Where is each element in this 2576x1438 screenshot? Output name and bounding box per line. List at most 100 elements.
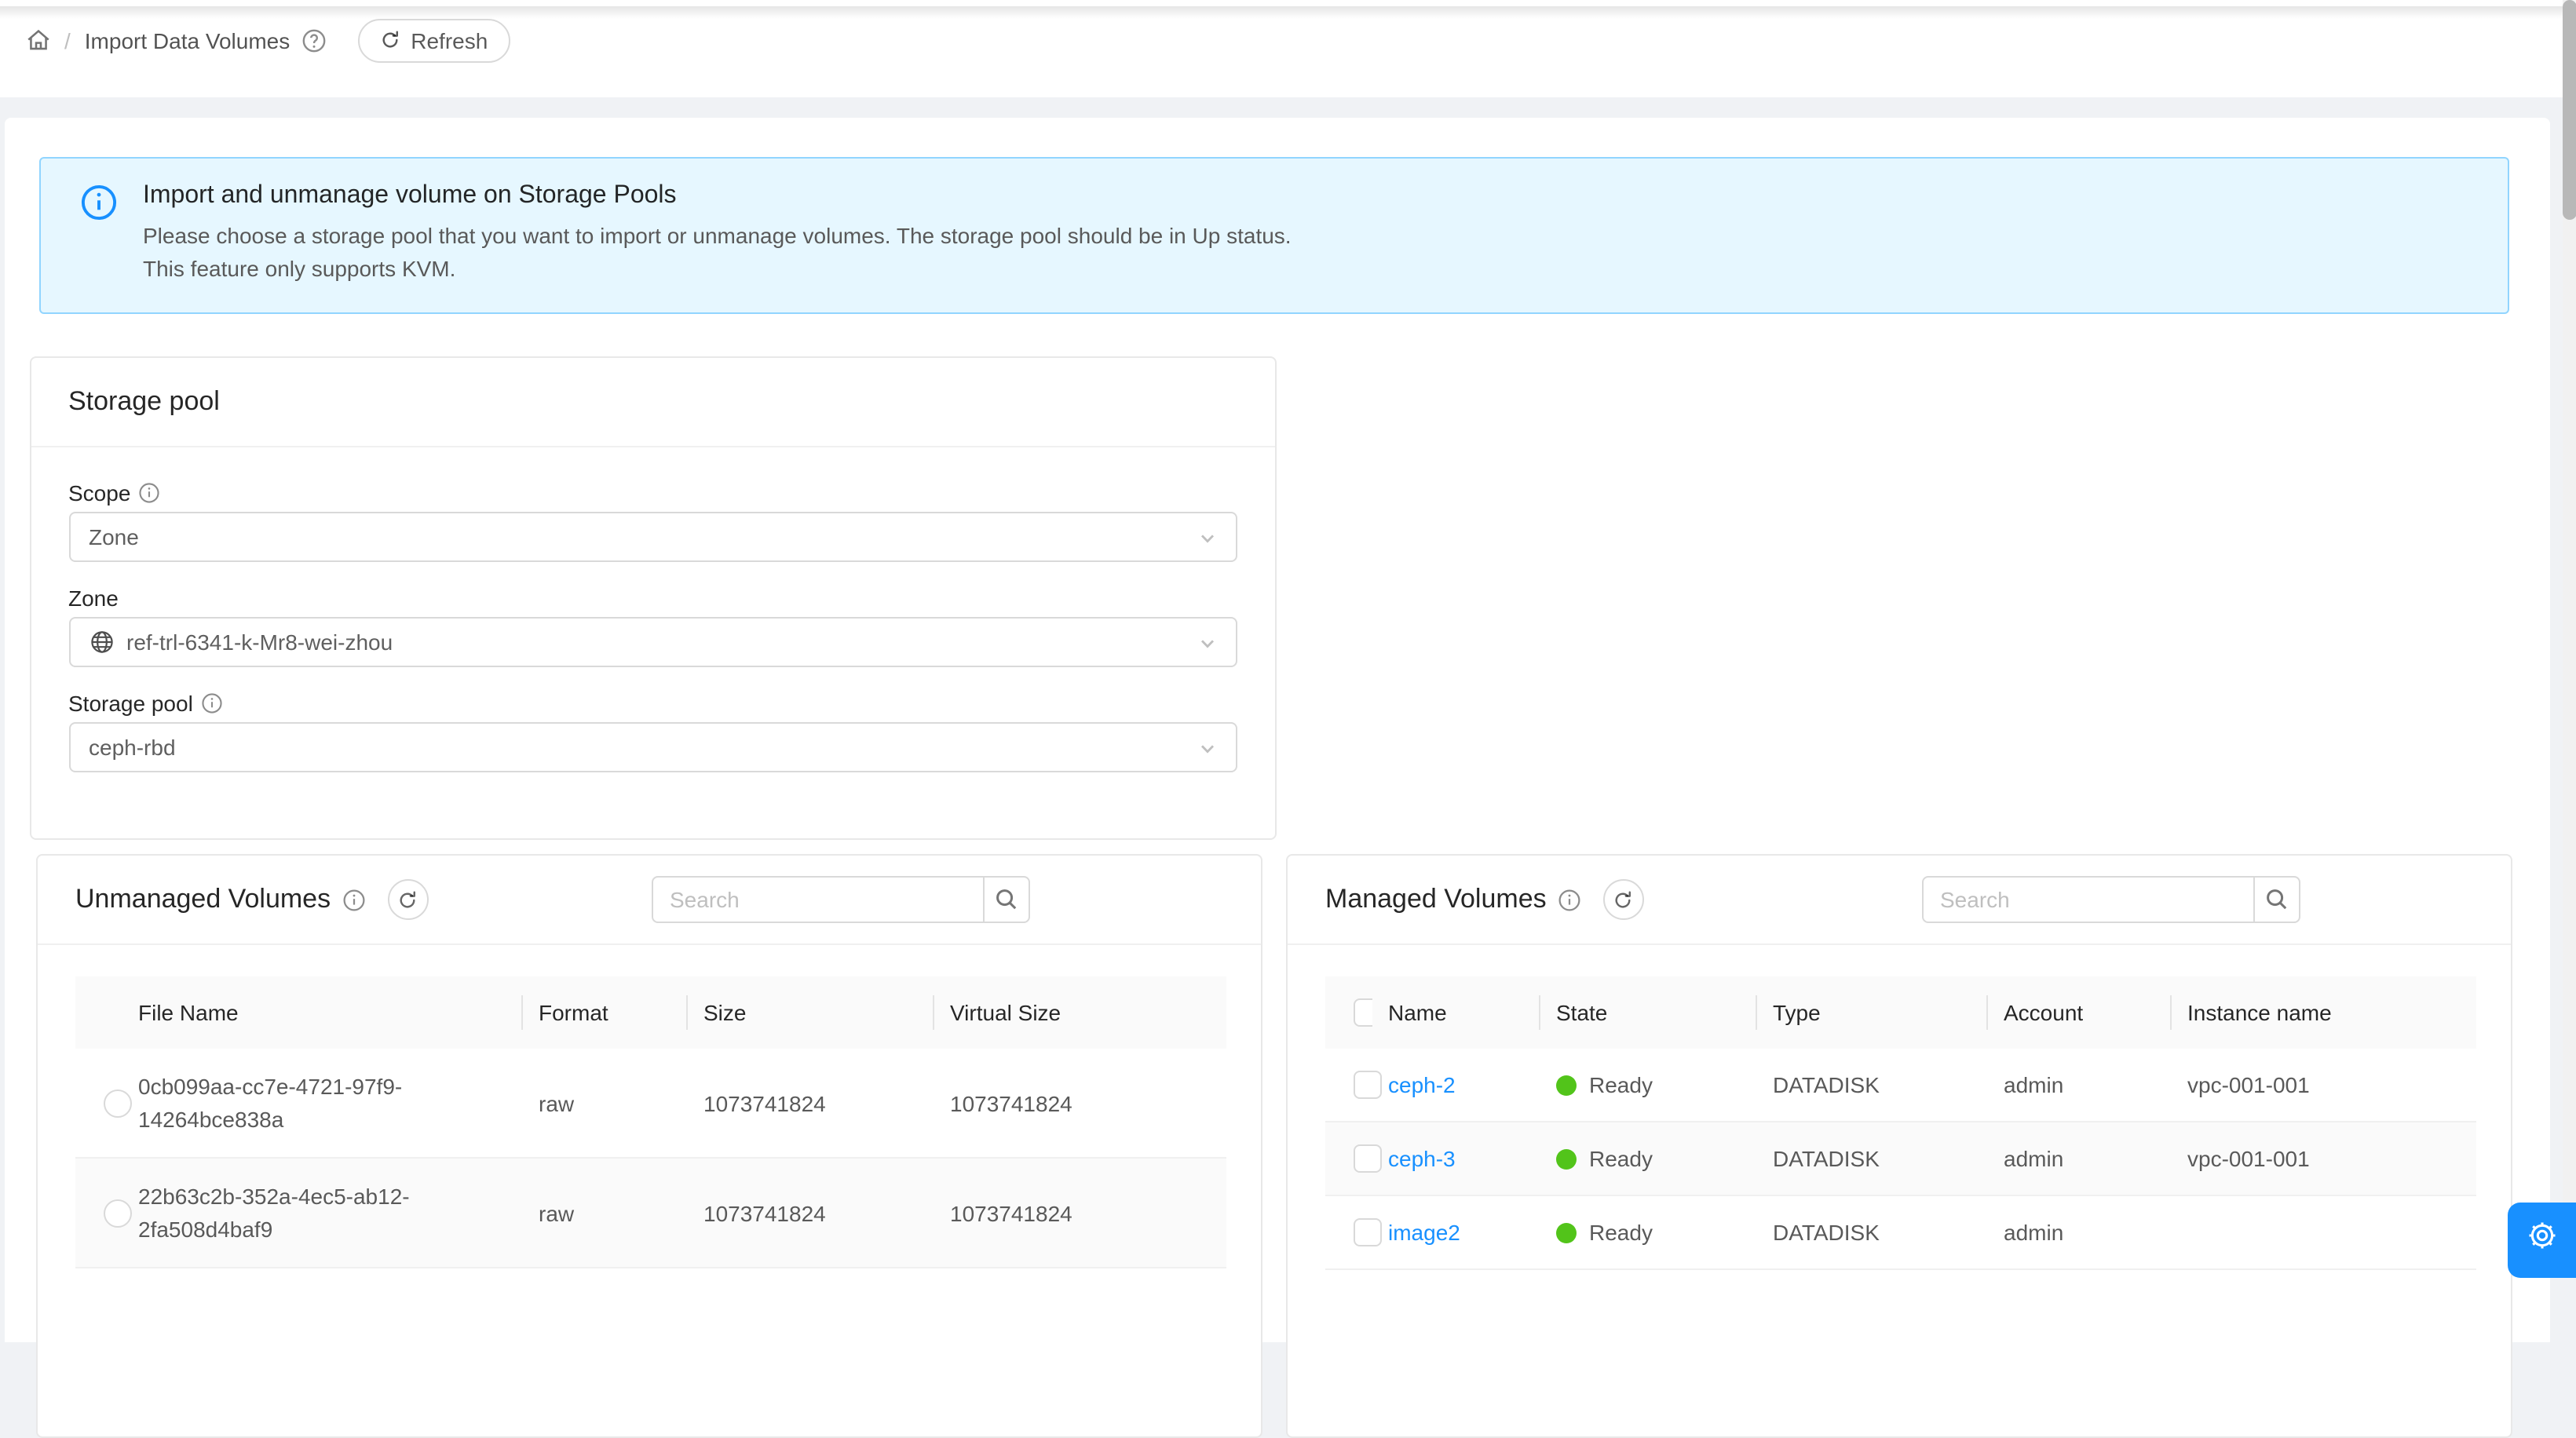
unmanaged-volumes-header: Unmanaged Volumes	[38, 856, 1260, 945]
instance-name-cell	[2172, 1195, 2476, 1269]
scrollbar-track[interactable]	[2562, 0, 2576, 1267]
size-cell: 1073741824	[688, 1158, 934, 1268]
unmanaged-volumes-table: File Name Format Size Virtual Size 0cb09…	[75, 976, 1226, 1268]
select-column-header	[75, 976, 122, 1049]
file-name-cell: 22b63c2b-352a-4ec5-ab12-2fa508d4baf9	[138, 1180, 433, 1246]
table-row[interactable]: ceph-3 Ready DATADISK admin vpc-001-001	[1325, 1122, 2476, 1195]
info-circle-icon[interactable]	[138, 482, 160, 504]
storage-pool-label: Storage pool	[68, 689, 193, 717]
scope-select[interactable]: Zone	[68, 512, 1237, 562]
managed-volumes-card: Managed Volumes	[1286, 854, 2512, 1438]
chevron-down-icon	[1198, 634, 1217, 653]
volume-name-link[interactable]: ceph-3	[1388, 1146, 1456, 1171]
table-row[interactable]: ceph-2 Ready DATADISK admin vpc-001-001	[1325, 1049, 2476, 1122]
volume-name-link[interactable]: image2	[1388, 1220, 1460, 1245]
info-circle-icon	[80, 184, 118, 221]
managed-search-button[interactable]	[2253, 876, 2300, 923]
banner-body: Import and unmanage volume on Storage Po…	[143, 179, 2508, 286]
storage-pool-card-title: Storage pool	[68, 386, 220, 418]
table-row[interactable]: 22b63c2b-352a-4ec5-ab12-2fa508d4baf9 raw…	[75, 1158, 1226, 1268]
info-circle-icon[interactable]	[201, 692, 223, 714]
info-circle-icon[interactable]	[342, 888, 365, 911]
managed-volumes-header: Managed Volumes	[1288, 856, 2510, 945]
column-header-size[interactable]: Size	[688, 976, 934, 1049]
refresh-label: Refresh	[411, 27, 488, 53]
column-header-virtual-size[interactable]: Virtual Size	[934, 976, 1226, 1049]
state-cell: Ready	[1540, 1195, 1757, 1269]
gear-icon	[2524, 1217, 2559, 1252]
managed-refresh-button[interactable]	[1603, 879, 1644, 920]
unmanaged-volumes-card: Unmanaged Volumes	[36, 854, 1262, 1438]
state-label: Ready	[1589, 1146, 1653, 1171]
banner-description-2: This feature only supports KVM.	[143, 253, 2508, 286]
storage-pool-select[interactable]: ceph-rbd	[68, 722, 1237, 772]
managed-volumes-table: Name State Type Account Instance name ce…	[1325, 976, 2476, 1270]
storage-pool-select-value: ceph-rbd	[89, 735, 176, 760]
column-header-instance-name[interactable]: Instance name	[2172, 976, 2476, 1049]
scope-field: Scope Zone	[68, 479, 1237, 562]
search-icon	[2264, 887, 2289, 912]
scope-select-value: Zone	[89, 524, 139, 549]
column-header-file-name[interactable]: File Name	[122, 976, 523, 1049]
home-icon[interactable]	[25, 27, 52, 53]
status-dot-icon	[1556, 1075, 1577, 1096]
content-card: Import and unmanage volume on Storage Po…	[5, 118, 2549, 1342]
type-cell: DATADISK	[1757, 1049, 1988, 1122]
column-header-state[interactable]: State	[1540, 976, 1757, 1049]
info-circle-icon[interactable]	[1558, 888, 1581, 911]
refresh-icon	[397, 889, 418, 910]
globe-icon	[89, 630, 114, 655]
account-cell: admin	[1988, 1122, 2172, 1195]
zone-field: Zone ref-trl-6341-k-Mr8-wei-zhou	[68, 584, 1237, 667]
storage-pool-form: Scope Zone	[31, 447, 1275, 772]
breadcrumb-bar: / Import Data Volumes Refresh	[0, 0, 2562, 97]
chevron-down-icon	[1198, 529, 1217, 548]
type-cell: DATADISK	[1757, 1195, 1988, 1269]
breadcrumb-separator: /	[64, 27, 71, 53]
instance-name-cell: vpc-001-001	[2172, 1122, 2476, 1195]
column-header-name[interactable]: Name	[1372, 976, 1540, 1049]
column-header-type[interactable]: Type	[1757, 976, 1988, 1049]
info-banner: Import and unmanage volume on Storage Po…	[39, 157, 2509, 314]
zone-select[interactable]: ref-trl-6341-k-Mr8-wei-zhou	[68, 617, 1237, 667]
unmanaged-refresh-button[interactable]	[387, 879, 428, 920]
status-dot-icon	[1556, 1149, 1577, 1170]
table-row[interactable]: 0cb099aa-cc7e-4721-97f9-14264bce838a raw…	[75, 1049, 1226, 1158]
table-row[interactable]: image2 Ready DATADISK admin	[1325, 1195, 2476, 1269]
table-header-row: File Name Format Size Virtual Size	[75, 976, 1226, 1049]
account-cell: admin	[1988, 1195, 2172, 1269]
chevron-down-icon	[1198, 739, 1217, 758]
virtual-size-cell: 1073741824	[934, 1049, 1226, 1158]
zone-label: Zone	[68, 584, 119, 612]
settings-fab-button[interactable]	[2507, 1202, 2576, 1277]
refresh-button[interactable]: Refresh	[357, 18, 510, 62]
column-header-format[interactable]: Format	[523, 976, 688, 1049]
unmanaged-search-input[interactable]	[651, 876, 982, 923]
storage-pool-card: Storage pool Scope Zone	[29, 356, 1277, 840]
column-header-account[interactable]: Account	[1988, 976, 2172, 1049]
storage-pool-card-header: Storage pool	[31, 358, 1275, 447]
import-data-volumes-page: / Import Data Volumes Refresh	[0, 0, 2576, 1267]
account-cell: admin	[1988, 1049, 2172, 1122]
question-circle-icon[interactable]	[301, 27, 326, 53]
volume-name-link[interactable]: ceph-2	[1388, 1072, 1456, 1097]
instance-name-cell: vpc-001-001	[2172, 1049, 2476, 1122]
select-all-column-header	[1325, 976, 1372, 1049]
scope-label: Scope	[68, 479, 130, 507]
unmanaged-search-button[interactable]	[982, 876, 1029, 923]
type-cell: DATADISK	[1757, 1122, 1988, 1195]
size-cell: 1073741824	[688, 1049, 934, 1158]
banner-description-1: Please choose a storage pool that you wa…	[143, 220, 2508, 253]
file-name-cell: 0cb099aa-cc7e-4721-97f9-14264bce838a	[138, 1070, 433, 1136]
refresh-icon	[379, 30, 400, 50]
state-label: Ready	[1589, 1072, 1653, 1097]
refresh-icon	[1613, 889, 1634, 910]
state-label: Ready	[1589, 1220, 1653, 1245]
managed-search-input[interactable]	[1921, 876, 2253, 923]
format-cell: raw	[523, 1049, 688, 1158]
scrollbar-thumb[interactable]	[2562, 0, 2576, 220]
table-header-row: Name State Type Account Instance name	[1325, 976, 2476, 1049]
state-cell: Ready	[1540, 1122, 1757, 1195]
search-icon	[993, 887, 1018, 912]
managed-search	[1921, 876, 2300, 923]
